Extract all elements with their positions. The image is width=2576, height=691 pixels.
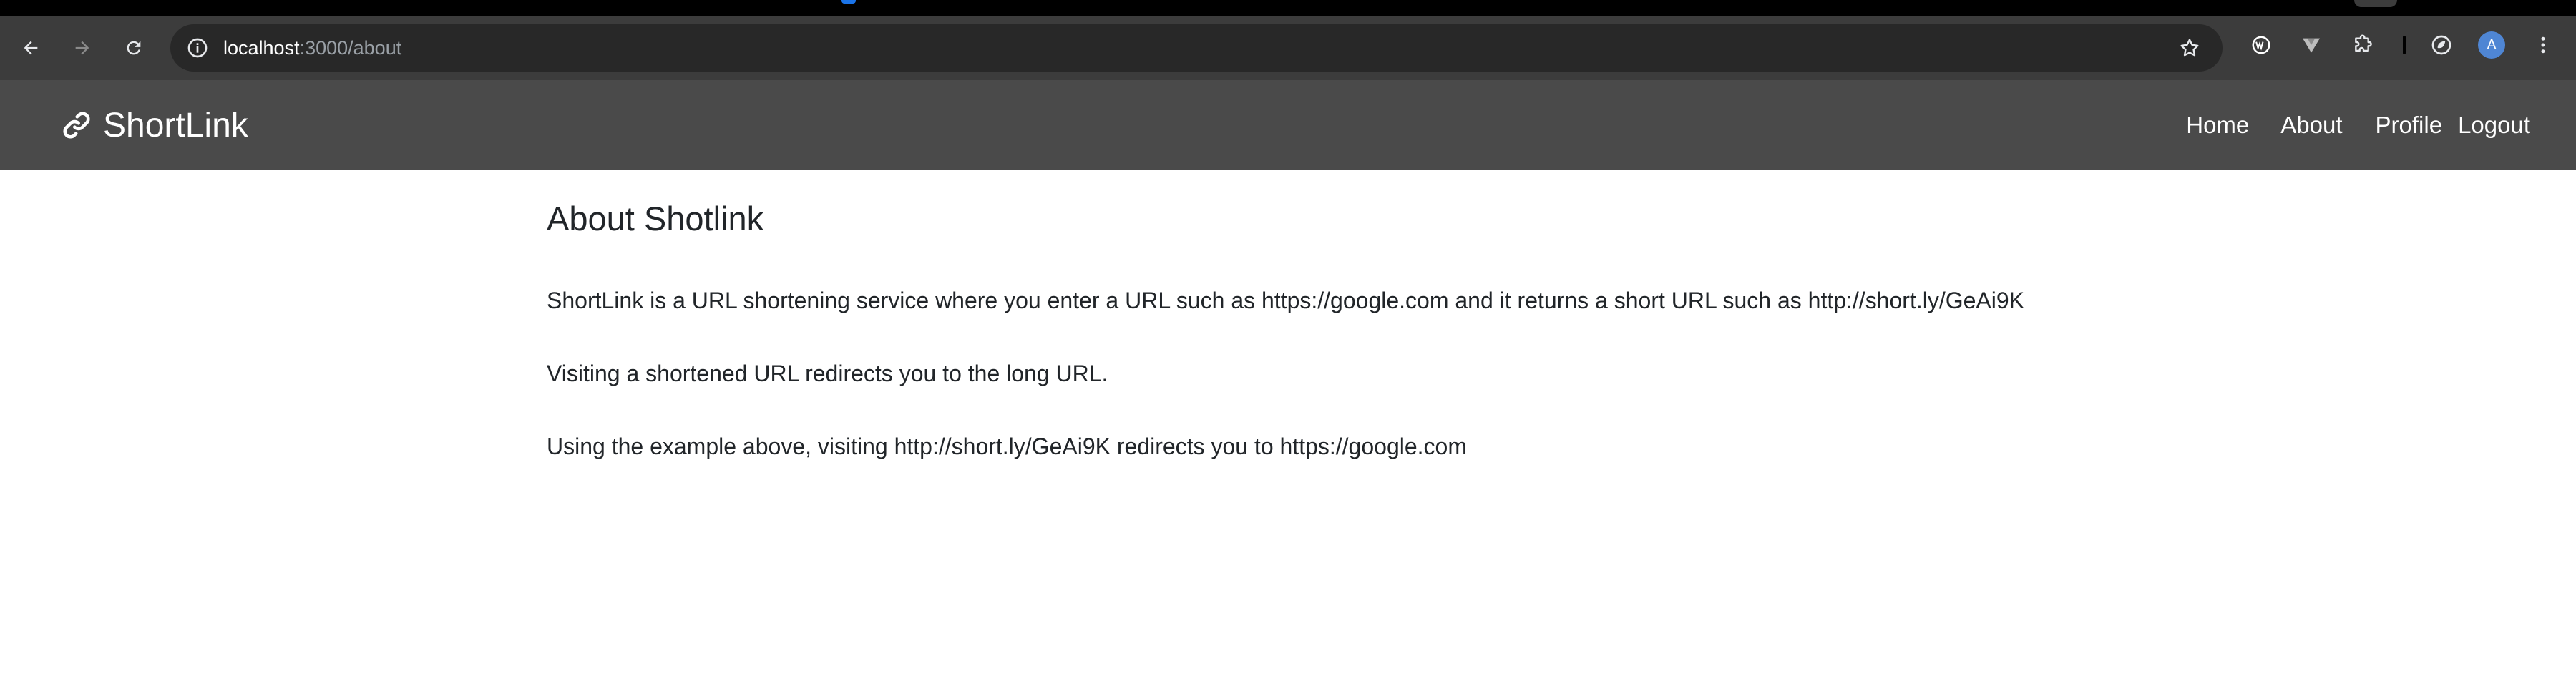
nav-link-home[interactable]: Home [2186, 112, 2249, 139]
extension-vee-icon [2303, 38, 2320, 53]
nav-link-about[interactable]: About [2280, 112, 2342, 139]
address-host: localhost [223, 37, 300, 59]
about-paragraph-1: ShortLink is a URL shortening service wh… [547, 288, 2024, 313]
nav-link-logout[interactable]: Logout [2458, 112, 2530, 139]
about-paragraph-3: Using the example above, visiting http:/… [547, 433, 1467, 459]
toolbar-separator [2403, 36, 2406, 54]
browser-tab-strip [0, 0, 2576, 16]
back-button[interactable] [14, 31, 47, 64]
address-text[interactable]: localhost:3000/about [223, 24, 401, 72]
extension-w-icon [2252, 36, 2270, 54]
page-title: About Shotlink [547, 200, 764, 237]
profile-avatar[interactable]: A [2478, 31, 2505, 59]
arrow-right-icon [75, 41, 89, 55]
browser-menu-button[interactable] [2529, 31, 2557, 59]
more-vertical-icon [2541, 36, 2545, 54]
nav-link-profile[interactable]: Profile [2376, 112, 2443, 139]
forward-button[interactable] [66, 31, 99, 64]
arrow-left-icon [24, 41, 38, 55]
puzzle-icon [2355, 34, 2372, 52]
brand-name: ShortLink [103, 106, 248, 144]
main-content: About Shotlink ShortLink is a URL shorte… [547, 170, 2121, 459]
link-icon [63, 112, 90, 139]
bookmark-star-icon[interactable] [2178, 36, 2201, 59]
brand-link[interactable]: ShortLink [60, 80, 248, 170]
extension-leaf-button[interactable] [2428, 31, 2455, 59]
address-bar[interactable]: localhost:3000/about [170, 24, 2223, 72]
site-info-icon[interactable] [186, 36, 209, 59]
app-navbar: ShortLink Home About Profile Logout [0, 80, 2576, 170]
extensions-button[interactable] [2350, 31, 2377, 59]
active-tab-corner [2354, 0, 2397, 7]
reload-button[interactable] [117, 31, 150, 64]
nav-links: Home About Profile Logout [2155, 80, 2530, 170]
extension-w-button[interactable] [2248, 31, 2275, 59]
leaf-icon [2431, 35, 2451, 55]
about-paragraph-2: Visiting a shortened URL redirects you t… [547, 361, 1108, 386]
extension-vee-button[interactable] [2298, 31, 2325, 59]
reload-icon [127, 41, 141, 55]
browser-toolbar: localhost:3000/about A [0, 16, 2576, 80]
address-path: :3000/about [299, 37, 402, 59]
tab-loading-indicator [841, 0, 856, 4]
